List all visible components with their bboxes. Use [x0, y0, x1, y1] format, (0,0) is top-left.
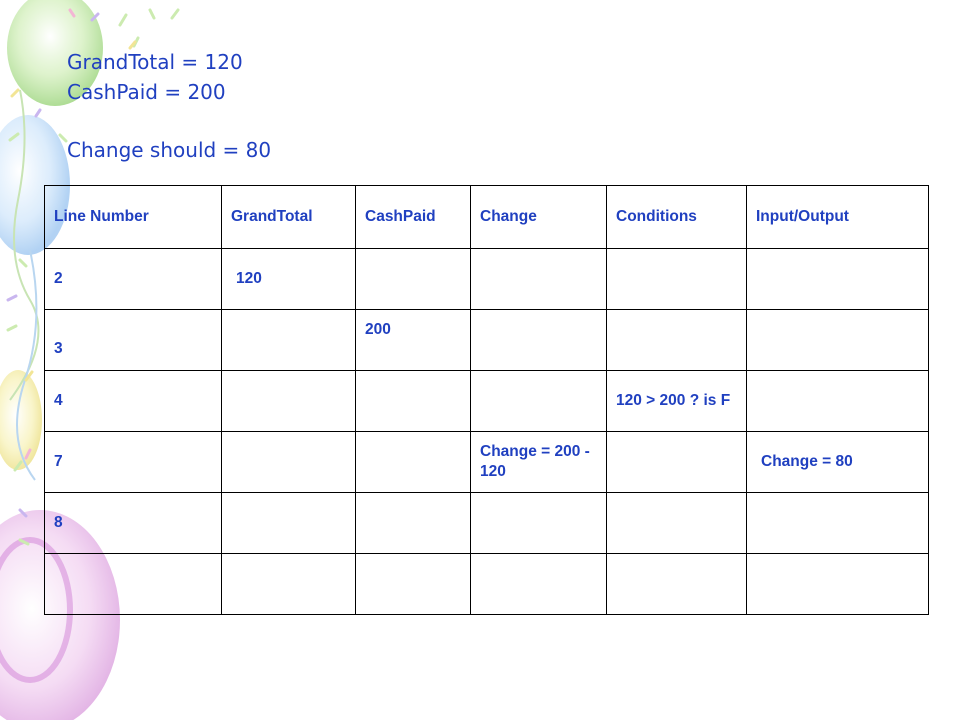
cell-cashpaid [355, 248, 471, 310]
cash-paid-line: CashPaid = 200 [67, 80, 226, 104]
header-cashpaid: CashPaid [355, 185, 471, 249]
cell-line-number: 4 [44, 370, 222, 432]
header-line-number: Line Number [44, 185, 222, 249]
cell-input-output [746, 553, 929, 615]
cell-input-output [746, 492, 929, 554]
table-row: 8 [44, 492, 929, 554]
cell-input-output: Change = 80 [746, 431, 929, 493]
cell-cashpaid [355, 553, 471, 615]
cell-grandtotal [221, 309, 356, 371]
cell-conditions [606, 431, 747, 493]
cell-cashpaid [355, 431, 471, 493]
cell-cashpaid [355, 492, 471, 554]
table-row [44, 553, 929, 615]
cell-conditions [606, 248, 747, 310]
cell-conditions [606, 492, 747, 554]
cell-change [470, 309, 607, 371]
cell-grandtotal [221, 492, 356, 554]
header-grandtotal: GrandTotal [221, 185, 356, 249]
cell-cashpaid: 200 [355, 309, 471, 371]
header-conditions: Conditions [606, 185, 747, 249]
cell-change [470, 370, 607, 432]
cell-input-output [746, 248, 929, 310]
cell-line-number: 8 [44, 492, 222, 554]
header-input-output: Input/Output [746, 185, 929, 249]
cell-input-output [746, 309, 929, 371]
cell-conditions [606, 553, 747, 615]
table-header-row: Line Number GrandTotal CashPaid Change C… [44, 185, 929, 249]
cell-grandtotal [221, 553, 356, 615]
grand-total-line: GrandTotal = 120 [67, 50, 243, 74]
cell-change [470, 492, 607, 554]
cell-change [470, 248, 607, 310]
cell-line-number: 2 [44, 248, 222, 310]
table-row: 3 200 [44, 309, 929, 371]
cell-grandtotal [221, 431, 356, 493]
cell-line-number: 3 [44, 309, 222, 371]
cell-conditions: 120 > 200 ? is F [606, 370, 747, 432]
cell-grandtotal: 120 [221, 248, 356, 310]
table-row: 4 120 > 200 ? is F [44, 370, 929, 432]
cell-line-number [44, 553, 222, 615]
change-should-line: Change should = 80 [67, 138, 272, 162]
cell-line-number: 7 [44, 431, 222, 493]
cell-grandtotal [221, 370, 356, 432]
header-change: Change [470, 185, 607, 249]
table-row: 2 120 [44, 248, 929, 310]
table-row: 7 Change = 200 - 120 Change = 80 [44, 431, 929, 493]
cell-cashpaid [355, 370, 471, 432]
cell-change [470, 553, 607, 615]
cell-conditions [606, 309, 747, 371]
cell-change: Change = 200 - 120 [470, 431, 607, 493]
trace-table: Line Number GrandTotal CashPaid Change C… [44, 185, 929, 615]
cell-input-output [746, 370, 929, 432]
